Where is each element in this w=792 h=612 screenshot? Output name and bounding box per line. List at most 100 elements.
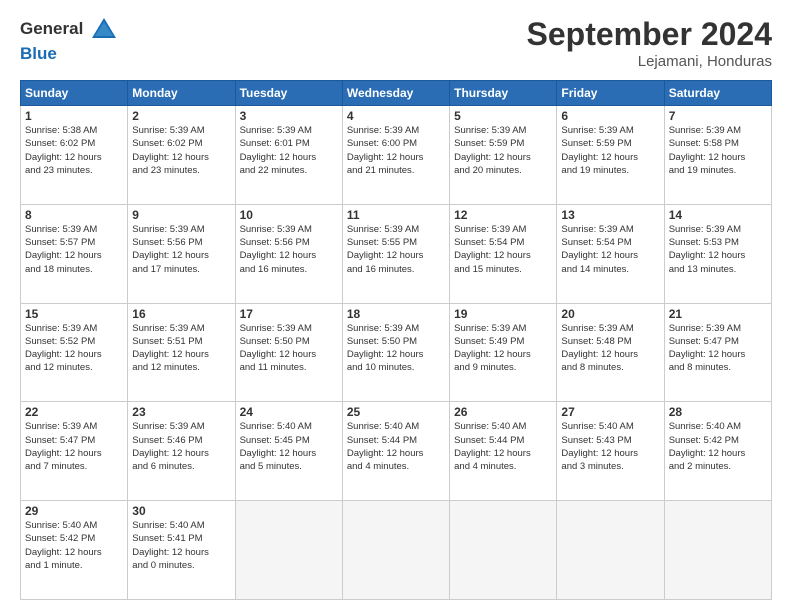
logo-icon (90, 16, 118, 44)
table-row: 20Sunrise: 5:39 AM Sunset: 5:48 PM Dayli… (557, 303, 664, 402)
day-info: Sunrise: 5:39 AM Sunset: 5:47 PM Dayligh… (25, 420, 123, 473)
day-info: Sunrise: 5:40 AM Sunset: 5:45 PM Dayligh… (240, 420, 338, 473)
logo: General Blue (20, 16, 118, 64)
day-number: 8 (25, 208, 123, 222)
table-row: 30Sunrise: 5:40 AM Sunset: 5:41 PM Dayli… (128, 501, 235, 600)
day-info: Sunrise: 5:39 AM Sunset: 5:59 PM Dayligh… (454, 124, 552, 177)
day-number: 3 (240, 109, 338, 123)
month-title: September 2024 (527, 16, 772, 53)
table-row: 1Sunrise: 5:38 AM Sunset: 6:02 PM Daylig… (21, 106, 128, 205)
table-row: 3Sunrise: 5:39 AM Sunset: 6:01 PM Daylig… (235, 106, 342, 205)
table-row: 17Sunrise: 5:39 AM Sunset: 5:50 PM Dayli… (235, 303, 342, 402)
day-number: 16 (132, 307, 230, 321)
day-number: 23 (132, 405, 230, 419)
day-info: Sunrise: 5:40 AM Sunset: 5:44 PM Dayligh… (454, 420, 552, 473)
calendar-week-row: 29Sunrise: 5:40 AM Sunset: 5:42 PM Dayli… (21, 501, 772, 600)
table-row (235, 501, 342, 600)
day-number: 11 (347, 208, 445, 222)
day-number: 28 (669, 405, 767, 419)
table-row: 6Sunrise: 5:39 AM Sunset: 5:59 PM Daylig… (557, 106, 664, 205)
day-number: 19 (454, 307, 552, 321)
table-row: 18Sunrise: 5:39 AM Sunset: 5:50 PM Dayli… (342, 303, 449, 402)
day-number: 6 (561, 109, 659, 123)
day-number: 9 (132, 208, 230, 222)
logo-general: General (20, 19, 83, 38)
day-info: Sunrise: 5:39 AM Sunset: 5:59 PM Dayligh… (561, 124, 659, 177)
day-info: Sunrise: 5:39 AM Sunset: 5:51 PM Dayligh… (132, 322, 230, 375)
day-number: 21 (669, 307, 767, 321)
day-info: Sunrise: 5:39 AM Sunset: 5:48 PM Dayligh… (561, 322, 659, 375)
title-area: September 2024 Lejamani, Honduras (527, 16, 772, 70)
day-number: 22 (25, 405, 123, 419)
location: Lejamani, Honduras (527, 53, 772, 70)
table-row: 23Sunrise: 5:39 AM Sunset: 5:46 PM Dayli… (128, 402, 235, 501)
day-number: 29 (25, 504, 123, 518)
col-friday: Friday (557, 81, 664, 106)
col-sunday: Sunday (21, 81, 128, 106)
day-number: 15 (25, 307, 123, 321)
day-info: Sunrise: 5:39 AM Sunset: 5:56 PM Dayligh… (240, 223, 338, 276)
day-number: 5 (454, 109, 552, 123)
day-info: Sunrise: 5:40 AM Sunset: 5:44 PM Dayligh… (347, 420, 445, 473)
day-info: Sunrise: 5:39 AM Sunset: 5:52 PM Dayligh… (25, 322, 123, 375)
table-row: 14Sunrise: 5:39 AM Sunset: 5:53 PM Dayli… (664, 204, 771, 303)
calendar-table: Sunday Monday Tuesday Wednesday Thursday… (20, 80, 772, 600)
table-row: 8Sunrise: 5:39 AM Sunset: 5:57 PM Daylig… (21, 204, 128, 303)
table-row: 24Sunrise: 5:40 AM Sunset: 5:45 PM Dayli… (235, 402, 342, 501)
day-number: 20 (561, 307, 659, 321)
table-row: 10Sunrise: 5:39 AM Sunset: 5:56 PM Dayli… (235, 204, 342, 303)
day-info: Sunrise: 5:39 AM Sunset: 5:58 PM Dayligh… (669, 124, 767, 177)
table-row: 9Sunrise: 5:39 AM Sunset: 5:56 PM Daylig… (128, 204, 235, 303)
col-monday: Monday (128, 81, 235, 106)
day-info: Sunrise: 5:39 AM Sunset: 5:50 PM Dayligh… (347, 322, 445, 375)
calendar-week-row: 1Sunrise: 5:38 AM Sunset: 6:02 PM Daylig… (21, 106, 772, 205)
day-number: 14 (669, 208, 767, 222)
day-number: 13 (561, 208, 659, 222)
day-info: Sunrise: 5:40 AM Sunset: 5:42 PM Dayligh… (25, 519, 123, 572)
day-number: 7 (669, 109, 767, 123)
table-row: 27Sunrise: 5:40 AM Sunset: 5:43 PM Dayli… (557, 402, 664, 501)
day-info: Sunrise: 5:39 AM Sunset: 5:53 PM Dayligh… (669, 223, 767, 276)
logo-blue: Blue (20, 44, 57, 63)
table-row (342, 501, 449, 600)
page: General Blue September 2024 Lejamani, Ho… (0, 0, 792, 612)
table-row: 11Sunrise: 5:39 AM Sunset: 5:55 PM Dayli… (342, 204, 449, 303)
col-saturday: Saturday (664, 81, 771, 106)
day-info: Sunrise: 5:39 AM Sunset: 5:57 PM Dayligh… (25, 223, 123, 276)
day-info: Sunrise: 5:38 AM Sunset: 6:02 PM Dayligh… (25, 124, 123, 177)
day-number: 24 (240, 405, 338, 419)
calendar-week-row: 8Sunrise: 5:39 AM Sunset: 5:57 PM Daylig… (21, 204, 772, 303)
table-row: 16Sunrise: 5:39 AM Sunset: 5:51 PM Dayli… (128, 303, 235, 402)
table-row: 5Sunrise: 5:39 AM Sunset: 5:59 PM Daylig… (450, 106, 557, 205)
day-number: 1 (25, 109, 123, 123)
col-tuesday: Tuesday (235, 81, 342, 106)
table-row: 21Sunrise: 5:39 AM Sunset: 5:47 PM Dayli… (664, 303, 771, 402)
day-info: Sunrise: 5:39 AM Sunset: 5:54 PM Dayligh… (454, 223, 552, 276)
table-row: 13Sunrise: 5:39 AM Sunset: 5:54 PM Dayli… (557, 204, 664, 303)
day-info: Sunrise: 5:39 AM Sunset: 5:56 PM Dayligh… (132, 223, 230, 276)
day-info: Sunrise: 5:39 AM Sunset: 6:00 PM Dayligh… (347, 124, 445, 177)
table-row: 15Sunrise: 5:39 AM Sunset: 5:52 PM Dayli… (21, 303, 128, 402)
day-number: 12 (454, 208, 552, 222)
day-number: 26 (454, 405, 552, 419)
day-info: Sunrise: 5:39 AM Sunset: 5:55 PM Dayligh… (347, 223, 445, 276)
day-number: 30 (132, 504, 230, 518)
day-info: Sunrise: 5:39 AM Sunset: 6:01 PM Dayligh… (240, 124, 338, 177)
day-info: Sunrise: 5:39 AM Sunset: 5:47 PM Dayligh… (669, 322, 767, 375)
day-number: 17 (240, 307, 338, 321)
day-info: Sunrise: 5:40 AM Sunset: 5:41 PM Dayligh… (132, 519, 230, 572)
day-info: Sunrise: 5:39 AM Sunset: 5:50 PM Dayligh… (240, 322, 338, 375)
table-row: 7Sunrise: 5:39 AM Sunset: 5:58 PM Daylig… (664, 106, 771, 205)
day-number: 25 (347, 405, 445, 419)
day-info: Sunrise: 5:39 AM Sunset: 6:02 PM Dayligh… (132, 124, 230, 177)
calendar-week-row: 15Sunrise: 5:39 AM Sunset: 5:52 PM Dayli… (21, 303, 772, 402)
table-row: 4Sunrise: 5:39 AM Sunset: 6:00 PM Daylig… (342, 106, 449, 205)
table-row (557, 501, 664, 600)
table-row: 25Sunrise: 5:40 AM Sunset: 5:44 PM Dayli… (342, 402, 449, 501)
table-row (450, 501, 557, 600)
day-number: 10 (240, 208, 338, 222)
table-row: 28Sunrise: 5:40 AM Sunset: 5:42 PM Dayli… (664, 402, 771, 501)
day-info: Sunrise: 5:40 AM Sunset: 5:42 PM Dayligh… (669, 420, 767, 473)
table-row: 12Sunrise: 5:39 AM Sunset: 5:54 PM Dayli… (450, 204, 557, 303)
calendar-header-row: Sunday Monday Tuesday Wednesday Thursday… (21, 81, 772, 106)
